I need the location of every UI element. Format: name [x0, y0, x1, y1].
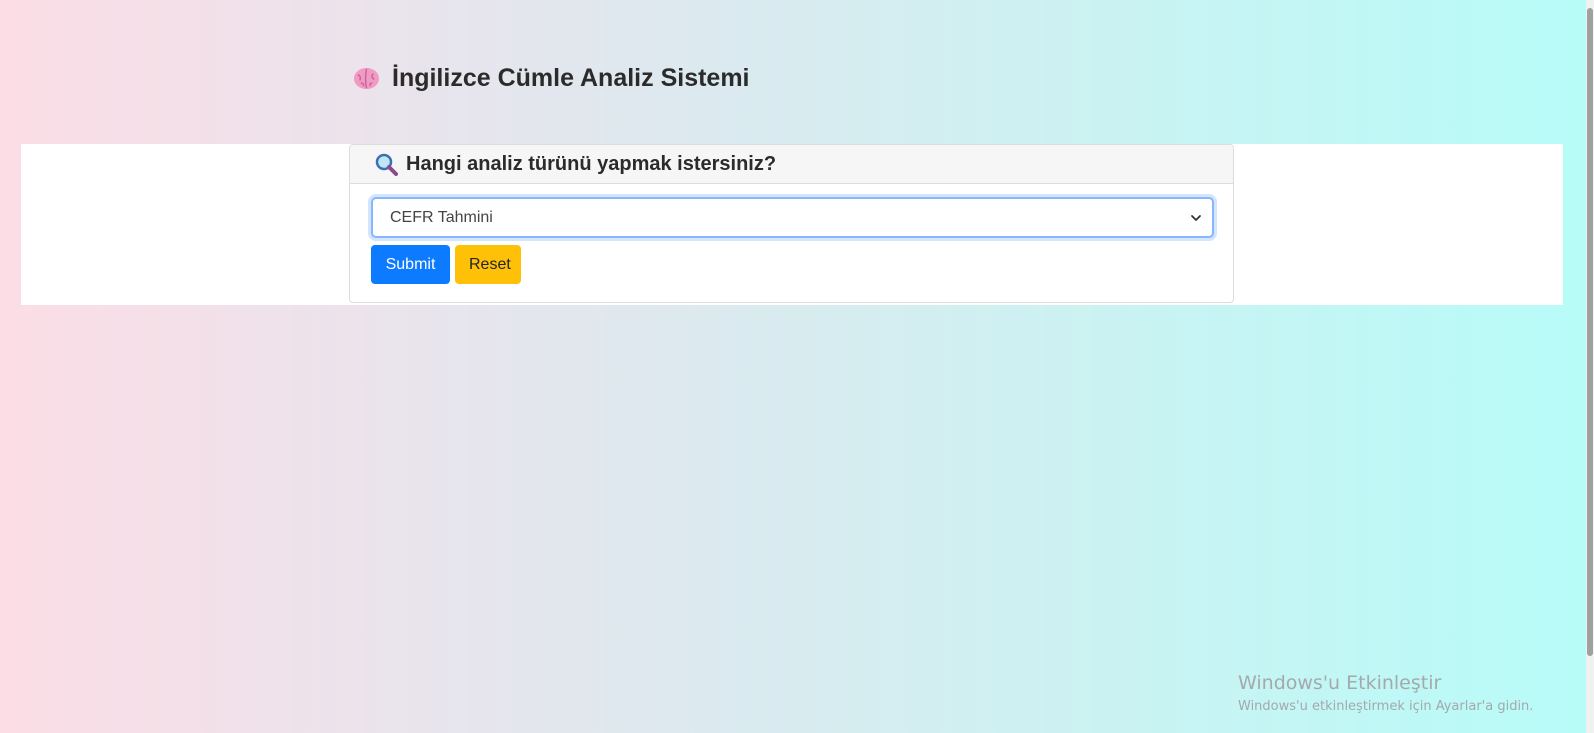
watermark-title: Windows'u Etkinleştir [1238, 672, 1442, 694]
page-title-text: İngilizce Cümle Analiz Sistemi [392, 64, 750, 92]
magnifier-icon [375, 153, 398, 176]
submit-button[interactable]: Submit [371, 245, 450, 284]
scrollbar-thumb[interactable] [1587, 8, 1593, 656]
watermark-subtitle: Windows'u etkinleştirmek için Ayarlar'a … [1238, 699, 1534, 714]
vertical-scrollbar[interactable] [1586, 0, 1594, 733]
card-header: Hangi analiz türünü yapmak istersiniz? [350, 145, 1233, 184]
select-value: CEFR Tahmini [390, 208, 493, 226]
page-title: İngilizce Cümle Analiz Sistemi [353, 64, 750, 93]
card-header-title: Hangi analiz türünü yapmak istersiniz? [406, 152, 777, 175]
chevron-down-icon [1191, 214, 1201, 221]
analysis-type-select[interactable]: CEFR Tahmini [371, 197, 1214, 238]
reset-button[interactable]: Reset [455, 245, 521, 284]
brain-icon [353, 67, 380, 90]
analysis-card: Hangi analiz türünü yapmak istersiniz? C… [349, 144, 1234, 303]
windows-activation-watermark: Windows'u Etkinleştir Windows'u etkinleş… [1238, 672, 1533, 714]
